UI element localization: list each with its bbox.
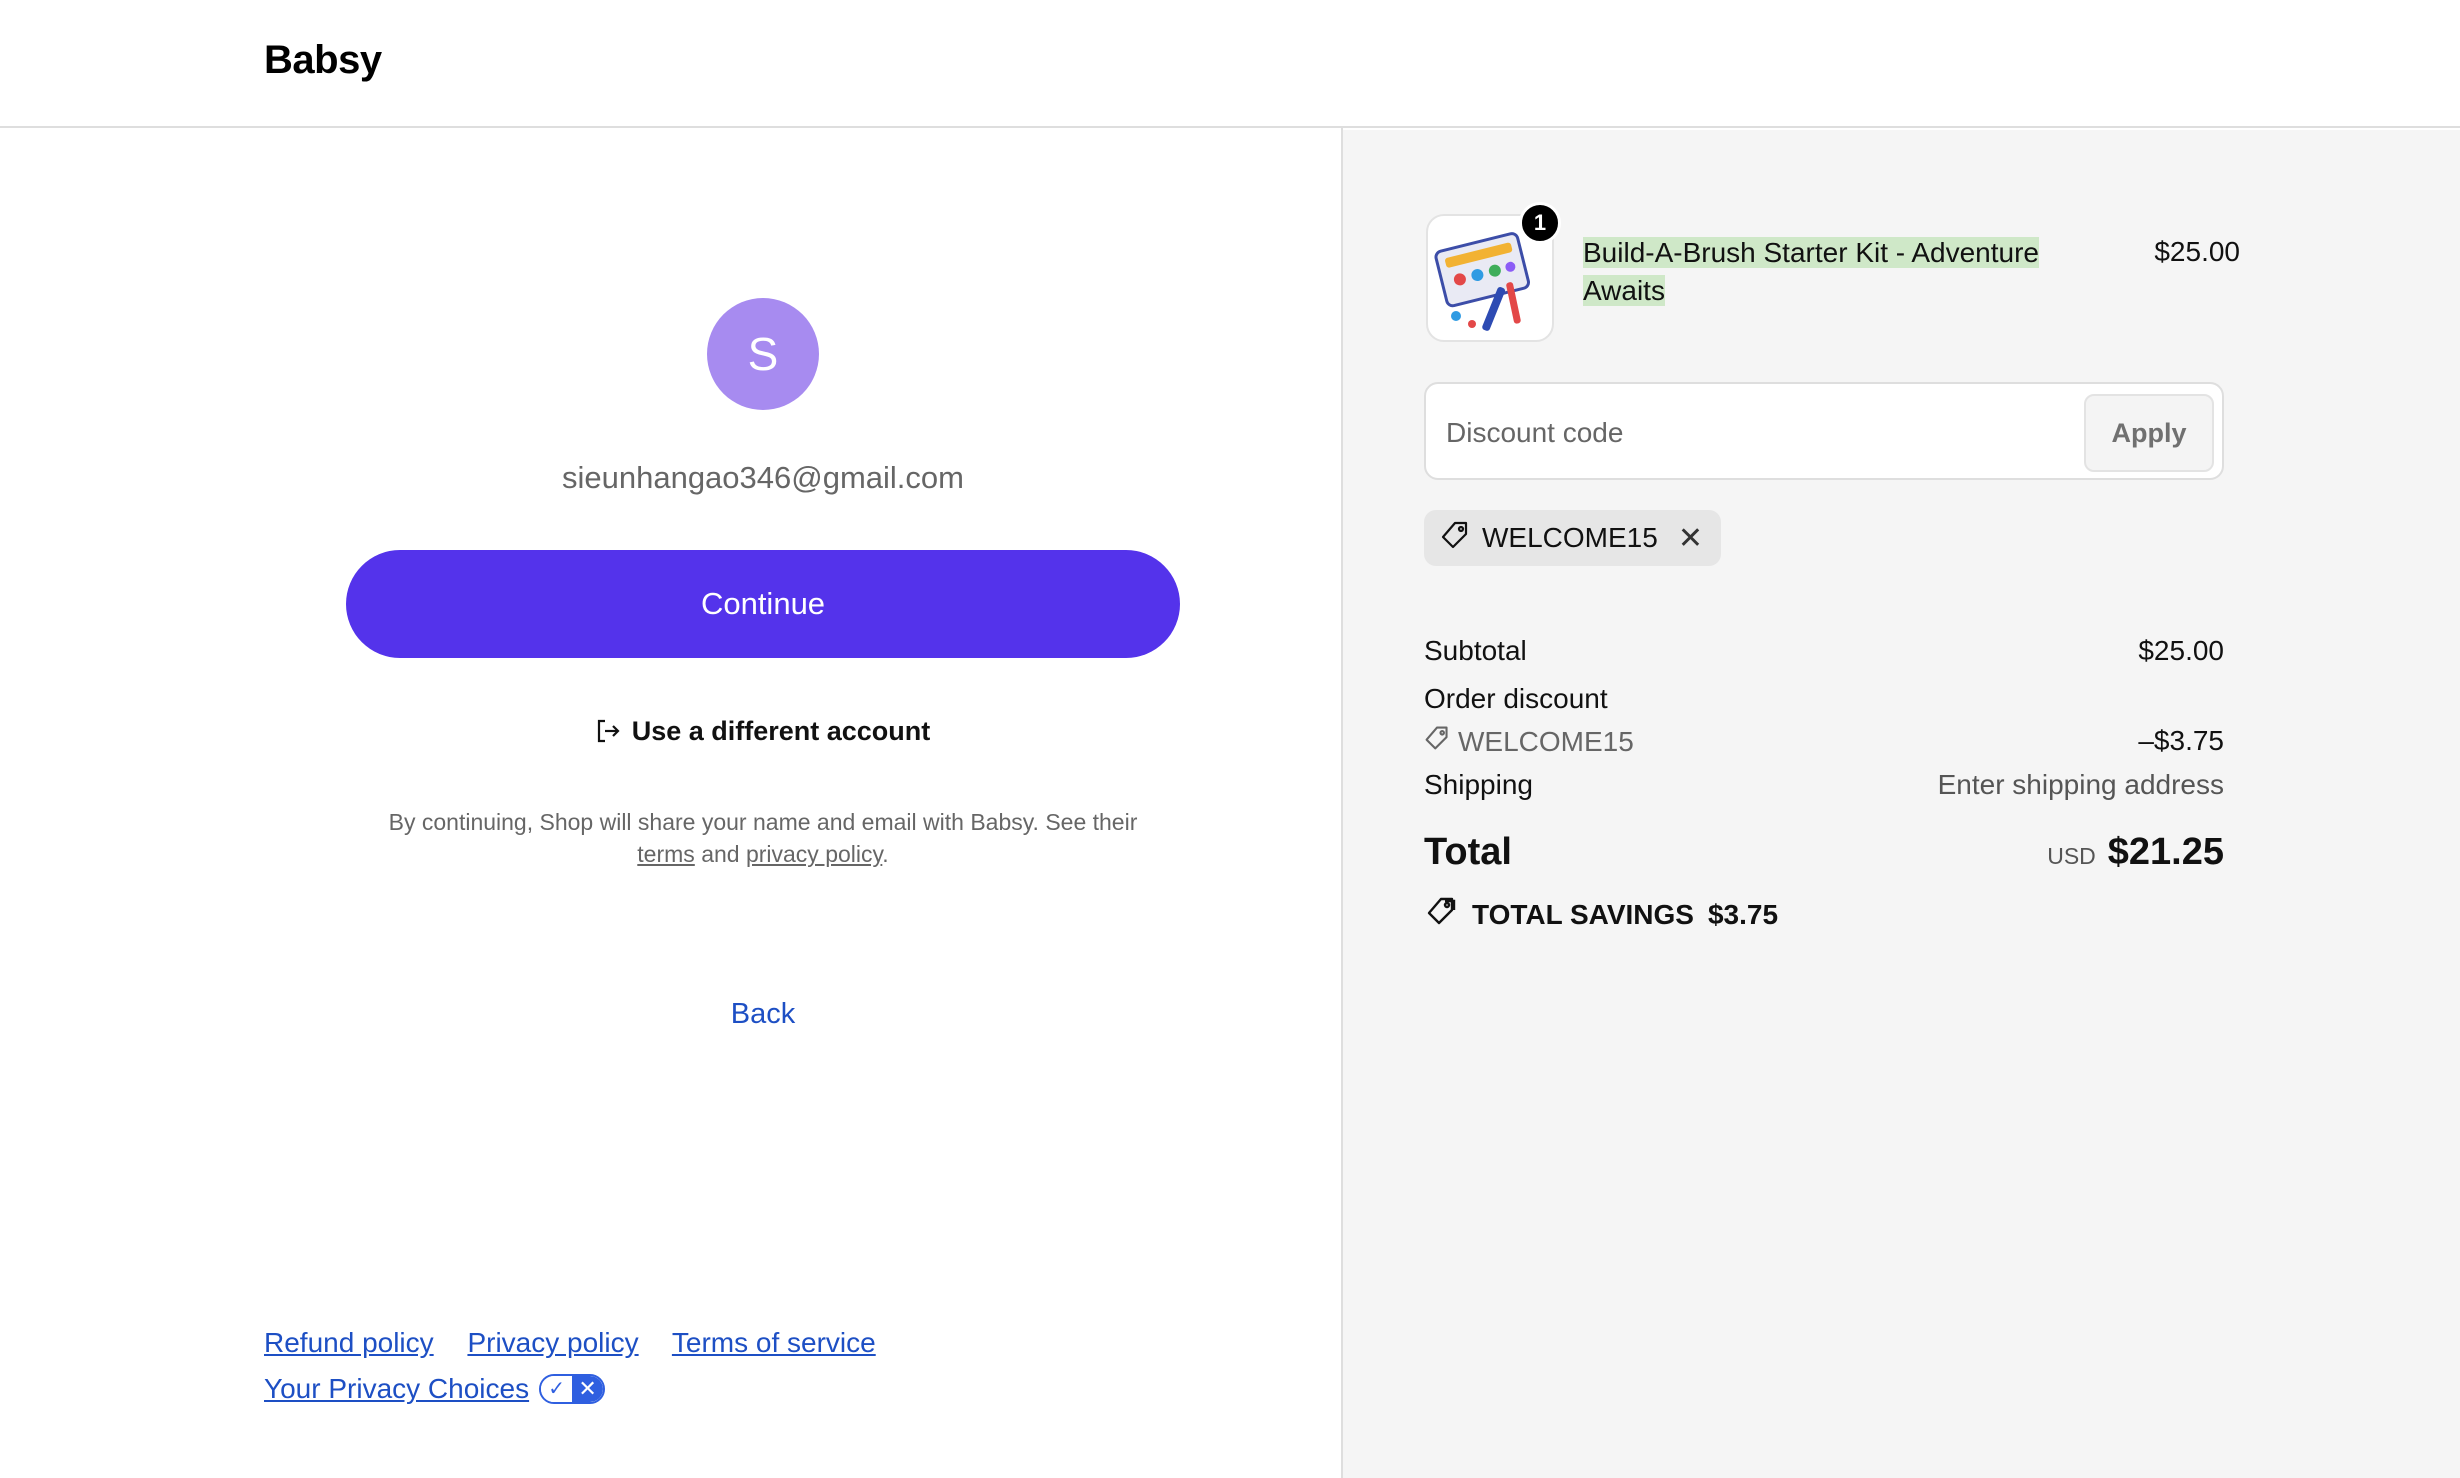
avatar: S [707, 298, 819, 410]
currency-code: USD [2047, 843, 2096, 869]
terms-of-service-link[interactable]: Terms of service [672, 1327, 876, 1358]
discount-detail-row: WELCOME15 –$3.75 [1424, 725, 2224, 769]
tag-icon [1440, 520, 1470, 557]
applied-discount-tag: WELCOME15 ✕ [1424, 510, 1721, 566]
total-label: Total [1424, 831, 1512, 873]
order-summary-panel: 1 Build-A-Brush Starter Kit - Adventure … [1343, 130, 2460, 1478]
discount-code-input[interactable] [1446, 406, 2066, 460]
footer-links: Refund policy Privacy policy Terms of se… [264, 1320, 902, 1412]
remove-discount-icon[interactable]: ✕ [1678, 521, 1703, 556]
subtotal-label: Subtotal [1424, 635, 1527, 666]
different-account-label: Use a different account [631, 716, 931, 746]
privacy-choices-icon[interactable]: ✓ ✕ [539, 1374, 606, 1404]
total-amount: USD $21.25 [2047, 831, 2224, 874]
terms-link[interactable]: terms [637, 841, 695, 867]
product-price: $25.00 [2154, 236, 2240, 267]
sign-out-icon [596, 718, 620, 751]
page-header: Babsy [0, 0, 2460, 128]
savings-value: $3.75 [1707, 898, 1779, 930]
discount-code-label: WELCOME15 [1458, 725, 1634, 757]
continue-button[interactable]: Continue [346, 550, 1180, 658]
total-savings: TOTAL SAVINGS $3.75 [1424, 895, 2224, 934]
order-discount-label: Order discount [1424, 683, 1608, 714]
and-text: and [701, 841, 740, 867]
refund-policy-link[interactable]: Refund policy [264, 1327, 434, 1358]
product-title: Build-A-Brush Starter Kit - Adventure Aw… [1583, 234, 2103, 310]
discount-code-box: Apply [1424, 382, 2224, 480]
subtotal-row: Subtotal $25.00 [1424, 635, 2224, 683]
savings-tag-icon [1424, 895, 1458, 934]
applied-code-text: WELCOME15 [1482, 522, 1658, 553]
privacy-policy-link[interactable]: privacy policy [746, 841, 882, 867]
checkout-page: Tenereteam Tenereteam Tenereteam Teneret… [0, 0, 2460, 1478]
account-email: sieunhangao346@gmail.com [561, 460, 964, 495]
shipping-row: Shipping Enter shipping address [1424, 769, 2224, 817]
privacy-policy-footer-link[interactable]: Privacy policy [467, 1327, 638, 1358]
consent-text: By continuing, Shop will share your name… [346, 806, 1180, 870]
tag-icon [1424, 725, 1450, 758]
privacy-choices-link[interactable]: Your Privacy Choices [264, 1366, 529, 1412]
cost-summary: Subtotal $25.00 Order discount WELCOME15… [1424, 635, 2224, 934]
use-different-account-link[interactable]: Use a different account [346, 716, 1180, 751]
shipping-value: Enter shipping address [1937, 769, 2224, 800]
back-link[interactable]: Back [346, 998, 1180, 1031]
period-text: . [882, 841, 889, 867]
savings-label: TOTAL SAVINGS [1472, 898, 1694, 930]
subtotal-value: $25.00 [2138, 635, 2224, 666]
login-panel: S sieunhangao346@gmail.com Continue Use … [0, 130, 1342, 1478]
order-discount-row: Order discount [1424, 683, 2224, 725]
apply-button[interactable]: Apply [2084, 394, 2214, 472]
discount-code-detail: WELCOME15 [1424, 725, 1634, 758]
shipping-label: Shipping [1424, 769, 1533, 800]
total-value: $21.25 [2107, 831, 2224, 873]
total-row: Total USD $21.25 [1424, 831, 2224, 893]
quantity-badge: 1 [1519, 202, 1561, 244]
brand-logo[interactable]: Babsy [264, 38, 382, 83]
discount-value: –$3.75 [2138, 725, 2224, 756]
consent-sentence: By continuing, Shop will share your name… [388, 809, 1138, 835]
product-title-text: Build-A-Brush Starter Kit - Adventure Aw… [1583, 237, 2039, 306]
